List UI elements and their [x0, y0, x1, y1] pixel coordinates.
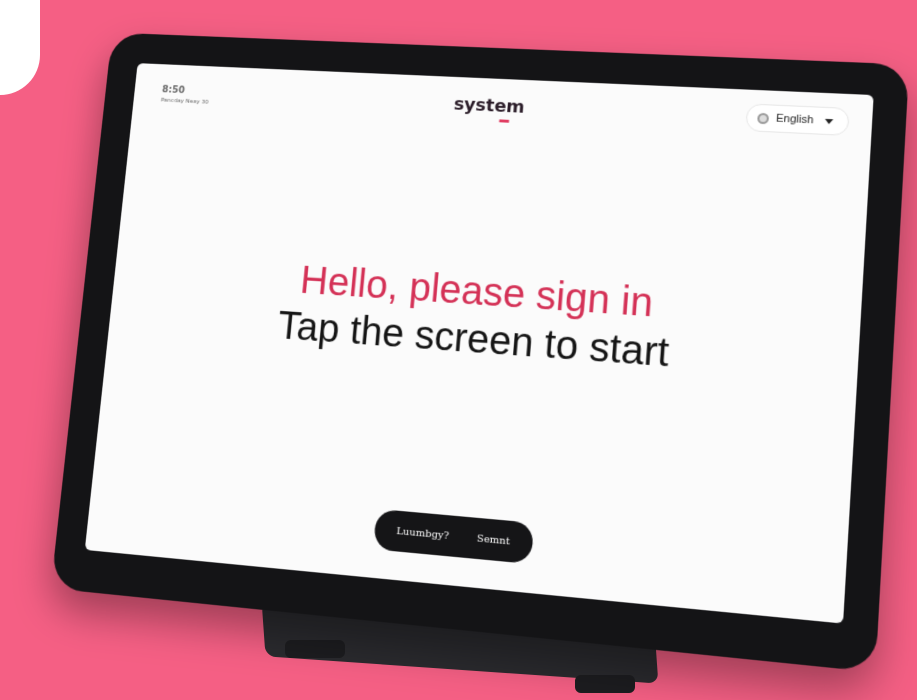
kiosk-screen[interactable]: 8:50 Pancday Neay 30 system English Hell…: [85, 63, 874, 623]
brand-logo: system: [453, 94, 526, 117]
logo-underline: [499, 119, 509, 122]
stand-foot-right: [575, 675, 635, 693]
globe-icon: [757, 112, 769, 123]
top-bar: 8:50 Pancday Neay 30 system English: [131, 63, 874, 165]
clock-date: Pancday Neay 30: [161, 97, 209, 106]
time-date-block: 8:50 Pancday Neay 30: [161, 85, 210, 106]
pill-right-action[interactable]: Semnt: [476, 533, 510, 547]
welcome-message: Hello, please sign in Tap the screen to …: [108, 245, 862, 391]
language-selector[interactable]: English: [745, 103, 850, 136]
clock-time: 8:50: [161, 85, 210, 97]
device-stage: 8:50 Pancday Neay 30 system English Hell…: [0, 0, 917, 700]
logo-text: system: [453, 94, 526, 117]
pill-left-action[interactable]: Luumbgy?: [396, 525, 449, 541]
stand-foot-left: [285, 640, 345, 658]
language-label: English: [776, 113, 814, 127]
bottom-action-pill[interactable]: Luumbgy? Semnt: [373, 509, 534, 564]
tablet-device: 8:50 Pancday Neay 30 system English Hell…: [51, 33, 910, 673]
chevron-down-icon: [825, 118, 834, 123]
